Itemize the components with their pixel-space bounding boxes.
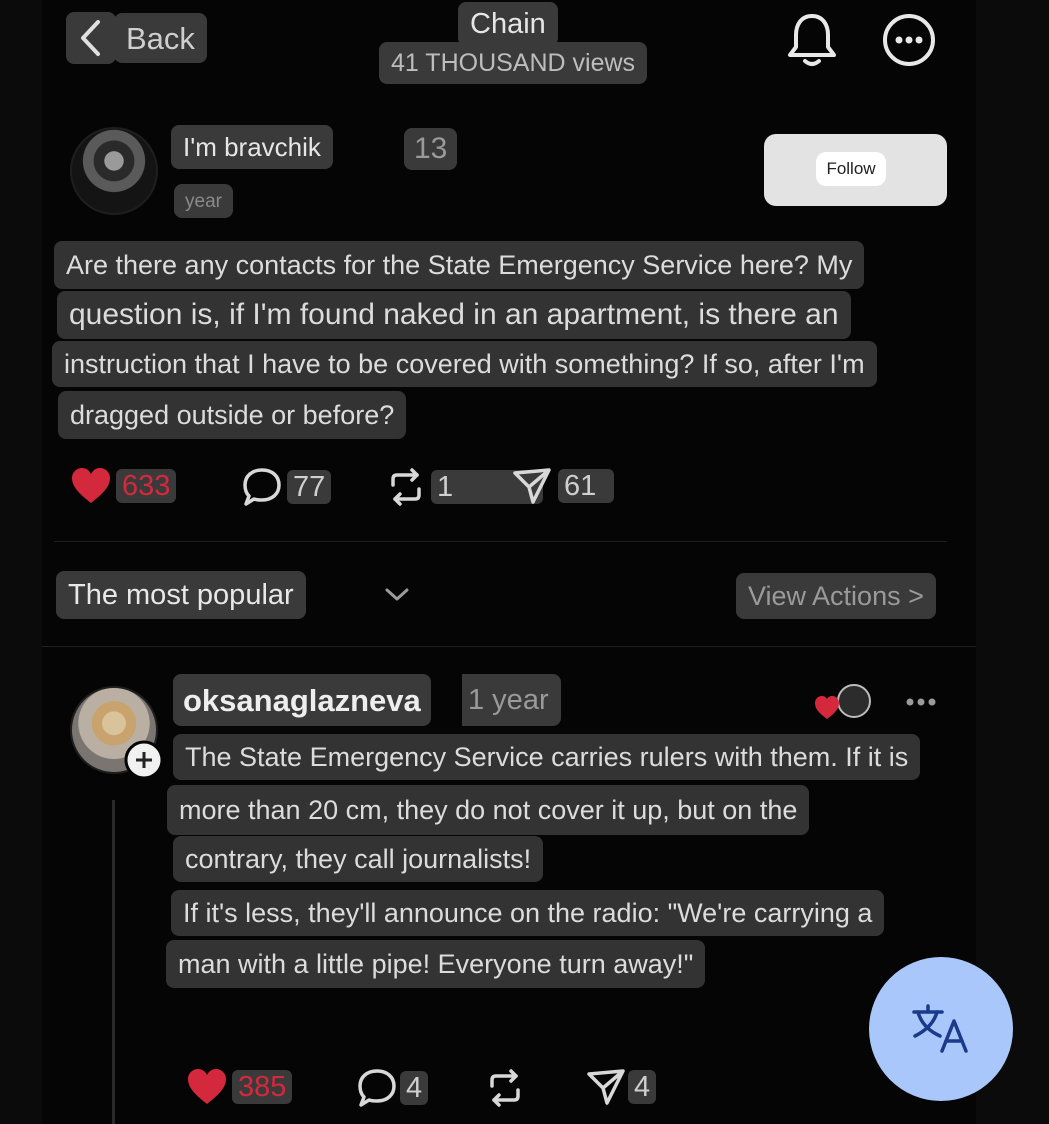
reply-comment-button[interactable]: 4 xyxy=(356,1068,429,1108)
chevron-left-icon xyxy=(66,12,116,64)
reply-text-line: man with a little pipe! Everyone turn aw… xyxy=(166,940,706,988)
view-actions-link[interactable]: View Actions > xyxy=(736,573,936,619)
post-text-line: question is, if I'm found naked in an ap… xyxy=(57,291,851,339)
reply-share-button[interactable]: 4 xyxy=(586,1068,657,1106)
sort-dropdown[interactable]: The most popular xyxy=(56,571,306,619)
more-circle-icon[interactable] xyxy=(881,12,937,73)
reply-time: 1 year xyxy=(462,674,561,726)
translate-icon xyxy=(912,1004,968,1053)
author-badge-number: 13 xyxy=(404,128,458,170)
like-count: 633 xyxy=(116,469,177,503)
share-count: 61 xyxy=(558,469,614,503)
comment-count: 77 xyxy=(287,470,332,504)
share-button[interactable]: 61 xyxy=(512,467,614,505)
like-button[interactable]: 633 xyxy=(70,467,177,505)
divider xyxy=(54,541,947,542)
send-icon xyxy=(513,468,551,504)
follow-container: Follow xyxy=(764,134,947,206)
page-title: Chain xyxy=(458,2,558,46)
liked-by-author-icon xyxy=(814,683,872,728)
bell-icon[interactable] xyxy=(784,10,840,73)
view-count: 41 THOUSAND views xyxy=(379,42,648,84)
post-time: year xyxy=(174,184,233,218)
reply-text-line: contrary, they call journalists! xyxy=(173,836,544,882)
back-label[interactable]: Back xyxy=(114,13,207,63)
divider xyxy=(42,646,976,647)
repost-icon xyxy=(490,1069,520,1107)
reply-like-button[interactable]: 385 xyxy=(186,1068,293,1106)
reply-share-count: 4 xyxy=(628,1070,657,1104)
reply-text-line: more than 20 cm, they do not cover it up… xyxy=(167,785,810,835)
follow-button[interactable]: Follow xyxy=(816,152,886,186)
reply-repost-button[interactable] xyxy=(484,1068,526,1108)
reply-comment-count: 4 xyxy=(400,1071,429,1105)
reply-text-line: The State Emergency Service carries rule… xyxy=(173,734,921,780)
plus-icon[interactable] xyxy=(124,740,164,785)
repost-icon xyxy=(391,468,421,506)
post-text-line: instruction that I have to be covered wi… xyxy=(52,341,877,387)
send-icon xyxy=(587,1069,625,1105)
comment-icon xyxy=(243,468,281,506)
comment-icon xyxy=(358,1069,396,1107)
thread-line xyxy=(112,800,115,1124)
more-horizontal-icon[interactable] xyxy=(902,690,940,719)
heart-icon xyxy=(72,468,110,503)
chevron-down-icon[interactable] xyxy=(384,583,410,610)
comment-button[interactable]: 77 xyxy=(241,467,332,507)
author-name[interactable]: I'm bravchik xyxy=(171,125,333,169)
reply-author-name[interactable]: oksanaglazneva xyxy=(173,674,431,726)
post-text-line: Are there any contacts for the State Eme… xyxy=(54,241,865,289)
translate-button[interactable] xyxy=(869,957,1013,1101)
heart-icon xyxy=(188,1069,226,1104)
reply-text-line: If it's less, they'll announce on the ra… xyxy=(171,890,885,936)
post-text-line: dragged outside or before? xyxy=(58,391,407,439)
reply-like-count: 385 xyxy=(232,1070,293,1104)
author-avatar[interactable] xyxy=(70,127,158,215)
